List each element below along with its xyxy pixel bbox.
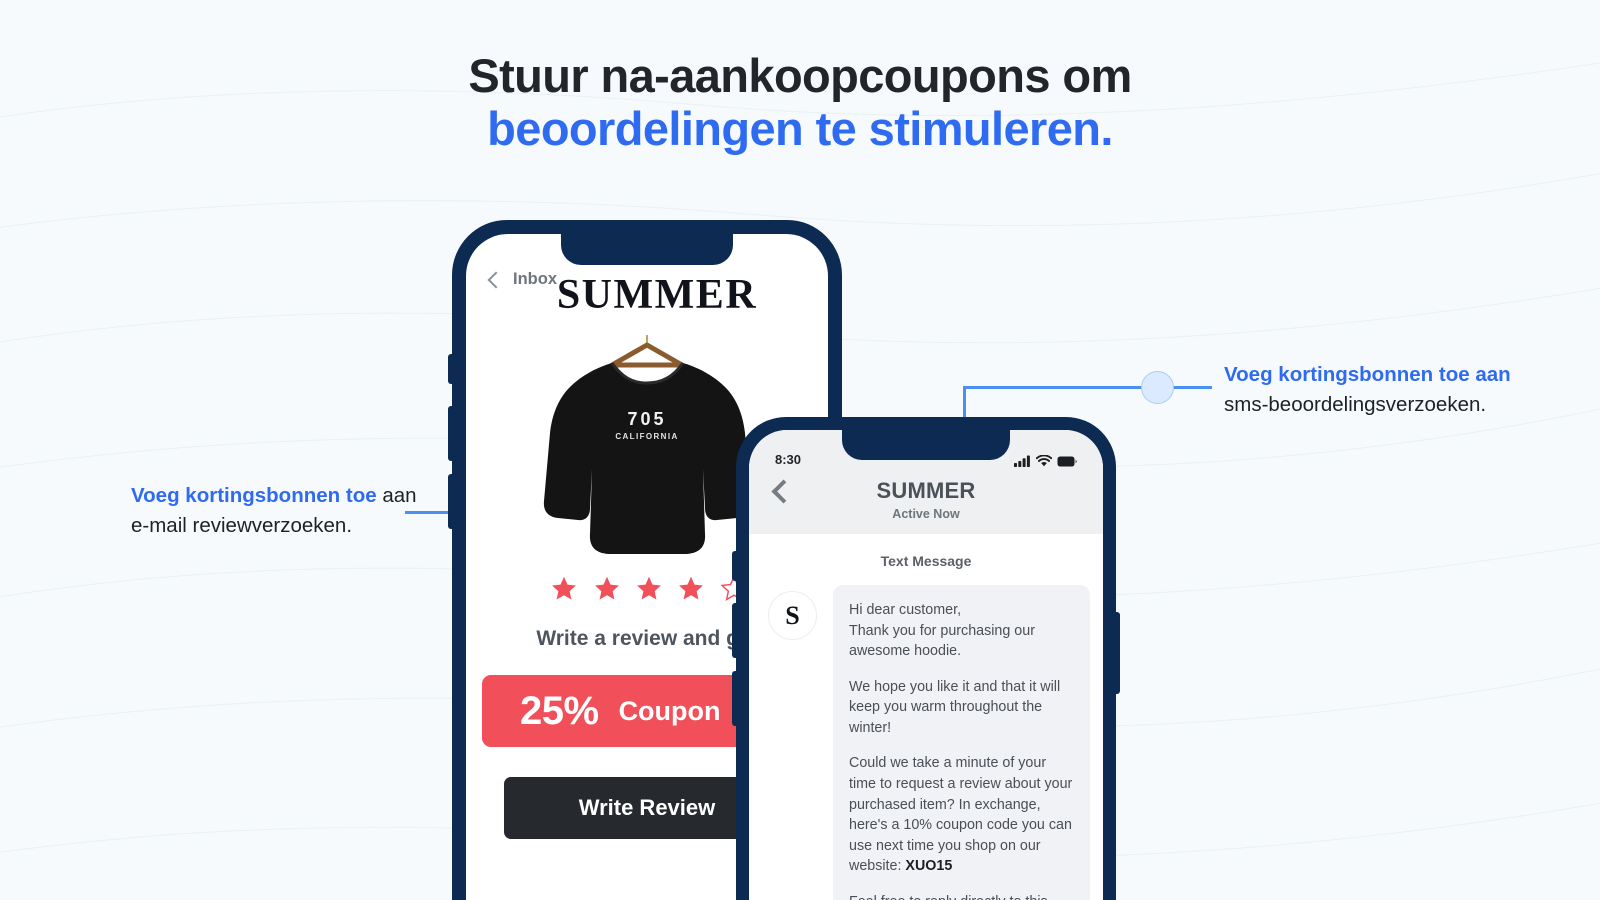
annotation-email-accent: Voeg kortingsbonnen toe — [131, 484, 377, 507]
coupon-word: Coupon — [618, 695, 721, 726]
signal-icon — [1014, 455, 1030, 467]
sms-paragraph-1: Hi dear customer, Thank you for purchasin… — [849, 602, 1035, 660]
status-time: 8:30 — [775, 452, 802, 467]
sms-mute-switch[interactable] — [732, 551, 738, 581]
mute-switch[interactable] — [448, 354, 454, 384]
annotation-sms-accent: Voeg kortingsbonnen toe aan — [1224, 363, 1511, 386]
sms-power-button[interactable] — [1114, 612, 1120, 694]
sms-paragraph-4: Feel free to reply directly to this SMS,… — [849, 892, 1073, 900]
coupon-percent: 25% — [520, 688, 599, 733]
star-icon-filled-1[interactable] — [550, 575, 578, 602]
annotation-sms-rest: sms-beoordelingsverzoeken. — [1224, 392, 1487, 416]
sms-volume-down-button[interactable] — [732, 671, 738, 726]
star-icon-filled-3[interactable] — [635, 575, 663, 602]
battery-icon — [1057, 456, 1077, 466]
status-icons — [1014, 455, 1077, 467]
sms-message-bubble: Hi dear customer, Thank you for purchasin… — [833, 585, 1090, 900]
star-icon-filled-4[interactable] — [677, 575, 705, 602]
star-icon-filled-2[interactable] — [593, 575, 621, 602]
sms-contact-status: Active Now — [892, 507, 960, 521]
sms-section-label: Text Message — [880, 553, 972, 569]
inbox-label: Inbox — [513, 270, 557, 288]
avatar: S — [768, 591, 817, 640]
connector-dot-right — [1141, 371, 1174, 404]
annotation-sms: Voeg kortingsbonnen toe aan sms-beoordel… — [1224, 360, 1584, 419]
sms-conversation-header: SUMMER Active Now — [749, 472, 1103, 534]
sms-p3-text: Could we take a minute of your time to r… — [849, 755, 1073, 875]
sms-volume-up-button[interactable] — [732, 603, 738, 658]
hoodie-print-number: 705 — [627, 409, 666, 429]
sms-paragraph-2: We hope you like it and that it will kee… — [849, 678, 1061, 736]
sms-coupon-code: XUO15 — [905, 858, 953, 875]
headline-line-2: beoordelingen te stimuleren. — [487, 101, 1113, 155]
phone-notch — [561, 234, 733, 265]
annotation-email: Voeg kortingsbonnen toe aan e-mail revie… — [131, 481, 431, 540]
sms-message-row: S Hi dear customer, Thank you for purchas… — [749, 585, 1103, 900]
sms-phone-mockup: 8:30 SUMMER Active Now Text Message S Hi… — [732, 417, 1120, 900]
sms-p4-text: Feel free to reply directly to this SMS,… — [849, 894, 1048, 900]
sms-phone-notch — [842, 430, 1010, 460]
sms-paragraph-3: Could we take a minute of your time to r… — [849, 753, 1073, 876]
sms-contact-name: SUMMER — [876, 478, 976, 503]
volume-up-button[interactable] — [448, 406, 454, 461]
volume-down-button[interactable] — [448, 474, 454, 529]
headline-line-1: Stuur na-aankoopcoupons om — [468, 49, 1132, 102]
sms-phone-screen: 8:30 SUMMER Active Now Text Message S Hi… — [749, 430, 1103, 900]
hoodie-print-text: CALIFORNIA — [615, 432, 678, 441]
wifi-icon — [1036, 455, 1052, 467]
page-title: Stuur na-aankoopcoupons om beoordelingen… — [0, 49, 1600, 155]
